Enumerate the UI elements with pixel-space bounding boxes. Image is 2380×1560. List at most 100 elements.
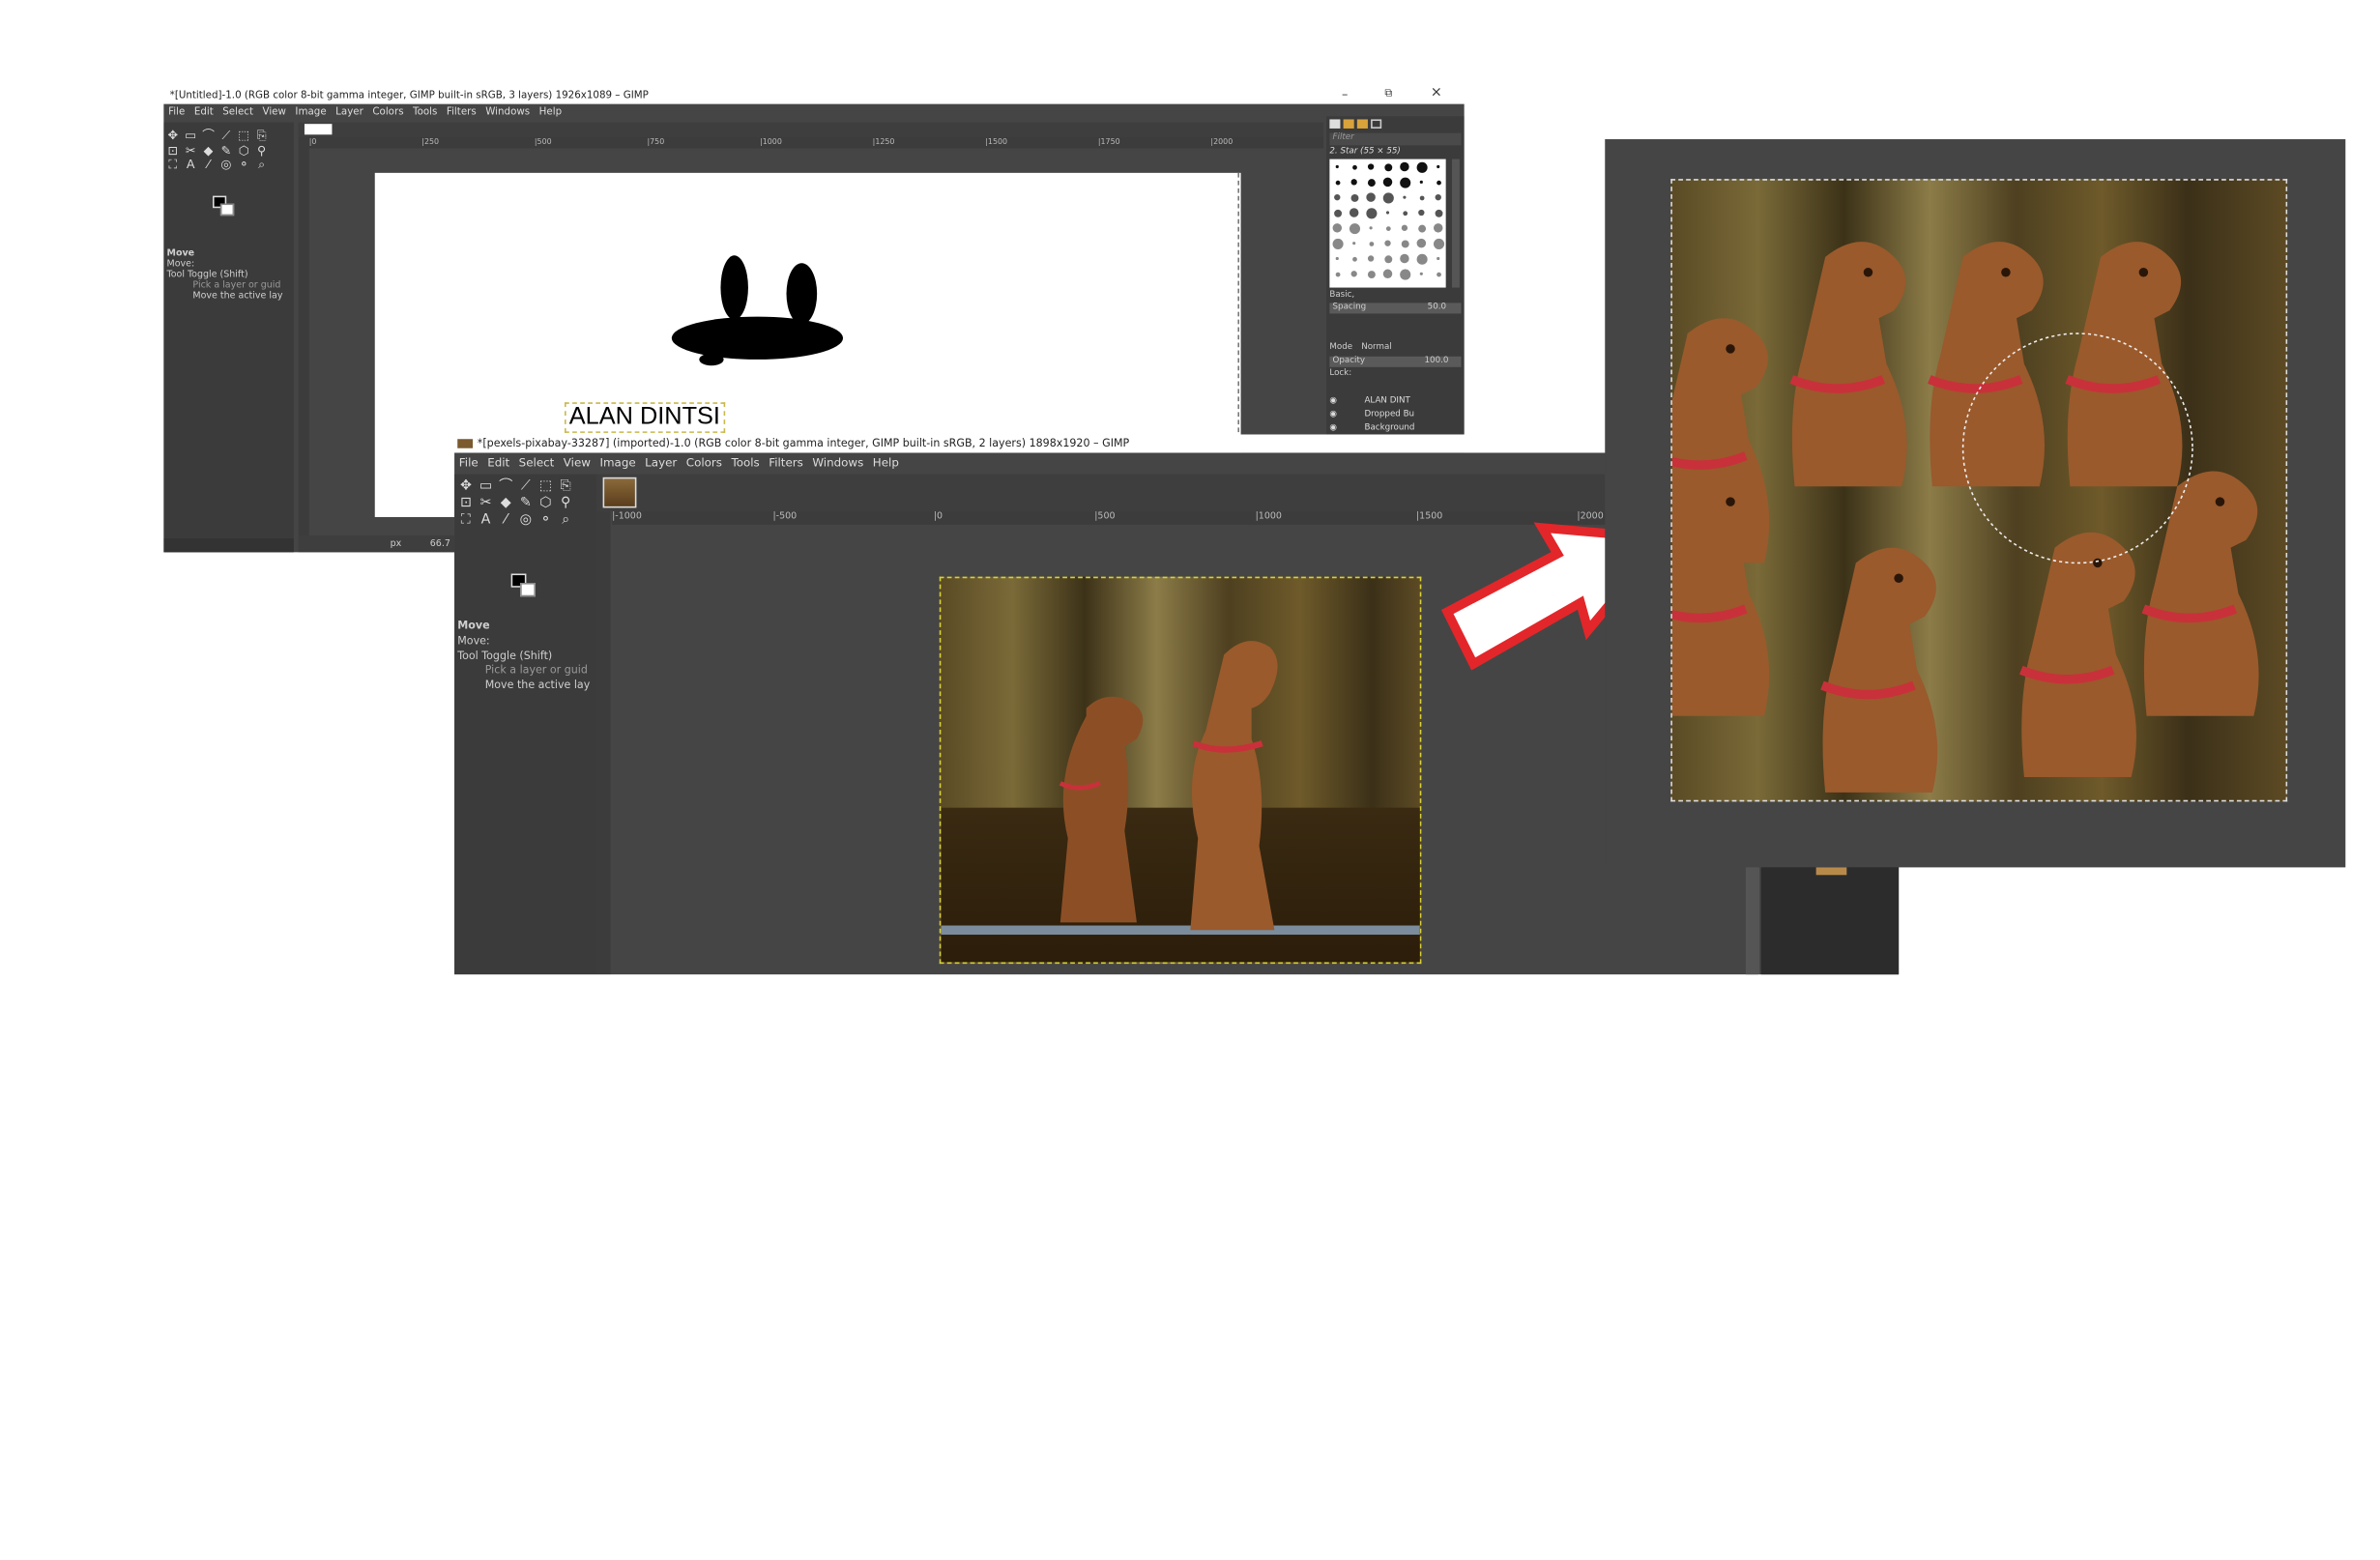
brush-preset-item[interactable] bbox=[1415, 252, 1427, 265]
tool-14-icon[interactable]: ⁄ bbox=[499, 512, 512, 527]
tool-17-icon[interactable]: ⌕ bbox=[559, 512, 572, 527]
brush-preset-item[interactable] bbox=[1349, 208, 1359, 217]
menu-colors[interactable]: Colors bbox=[372, 105, 403, 118]
tool-0-icon[interactable]: ✥ bbox=[459, 479, 473, 494]
dog-photo-canvas[interactable] bbox=[939, 576, 1422, 965]
tool-2-icon[interactable]: ⌒ bbox=[499, 479, 512, 494]
tool-8-icon[interactable]: ◆ bbox=[499, 496, 512, 510]
tool-10-icon[interactable]: ⬡ bbox=[538, 496, 552, 510]
brush-preset-item[interactable] bbox=[1334, 179, 1340, 185]
menu-layer[interactable]: Layer bbox=[645, 456, 677, 470]
menu-windows[interactable]: Windows bbox=[485, 105, 530, 118]
brush-preset-item[interactable] bbox=[1335, 256, 1339, 261]
zoom-value[interactable]: 66.7 bbox=[430, 538, 450, 549]
brush-preset-item[interactable] bbox=[1334, 194, 1341, 201]
brush-preset[interactable]: Basic, bbox=[1329, 291, 1354, 300]
brush-preset-item[interactable] bbox=[1367, 178, 1376, 187]
brush-preset-item[interactable] bbox=[1399, 176, 1410, 188]
brush-preset-item[interactable] bbox=[1335, 164, 1339, 169]
menu-help[interactable]: Help bbox=[539, 105, 562, 118]
brush-preset-item[interactable] bbox=[1350, 271, 1357, 277]
menu-view[interactable]: View bbox=[564, 456, 591, 470]
brush-preset-item[interactable] bbox=[1367, 163, 1375, 170]
brush-preset-item[interactable] bbox=[1369, 226, 1373, 230]
opacity-slider[interactable]: Opacity 100.0 bbox=[1329, 356, 1462, 367]
fg-bg-colors[interactable] bbox=[212, 195, 235, 217]
tool-13-icon[interactable]: A bbox=[479, 512, 492, 527]
tool-6-icon[interactable]: ⊡ bbox=[167, 143, 180, 157]
tool-14-icon[interactable]: ⁄ bbox=[202, 158, 215, 171]
pick-layer-option[interactable]: Pick a layer or guid bbox=[192, 280, 280, 291]
brush-preset-item[interactable] bbox=[1382, 177, 1393, 188]
brush-preset-item[interactable] bbox=[1419, 272, 1423, 275]
tool-16-icon[interactable]: ⚬ bbox=[238, 158, 250, 171]
menu-file[interactable]: File bbox=[168, 105, 185, 118]
brush-preset-item[interactable] bbox=[1433, 223, 1443, 233]
close-icon[interactable]: × bbox=[1431, 86, 1442, 101]
brush-preset-item[interactable] bbox=[1383, 162, 1392, 171]
brush-preset-item[interactable] bbox=[1351, 256, 1357, 261]
brush-preset-item[interactable] bbox=[1403, 195, 1407, 199]
brush-preset-item[interactable] bbox=[1331, 238, 1343, 249]
tool-15-icon[interactable]: ◎ bbox=[220, 158, 233, 171]
eye-icon[interactable]: ◉ bbox=[1329, 423, 1337, 432]
tool-3-icon[interactable]: ⟋ bbox=[220, 129, 233, 142]
unit-select[interactable]: px bbox=[391, 538, 402, 549]
brush-preset-item[interactable] bbox=[1350, 179, 1357, 186]
brush-preset-item[interactable] bbox=[1349, 222, 1360, 234]
brush-preset-item[interactable] bbox=[1334, 271, 1340, 276]
layer-row[interactable]: ◉ ALAN DINT bbox=[1329, 394, 1461, 407]
tool-5-icon[interactable]: ⎘ bbox=[559, 479, 572, 494]
brush-preset-item[interactable] bbox=[1415, 160, 1427, 173]
eye-icon[interactable]: ◉ bbox=[1329, 396, 1337, 405]
brush-preset-item[interactable] bbox=[1436, 271, 1441, 276]
tool-0-icon[interactable]: ✥ bbox=[167, 129, 180, 142]
brush-preset-item[interactable] bbox=[1434, 209, 1442, 217]
menu-tools[interactable]: Tools bbox=[413, 105, 437, 118]
tool-15-icon[interactable]: ◎ bbox=[519, 512, 533, 527]
brush-preset-item[interactable] bbox=[1437, 256, 1440, 261]
tool-3-icon[interactable]: ⟋ bbox=[519, 479, 533, 494]
tool-4-icon[interactable]: ⬚ bbox=[238, 129, 250, 142]
tool-11-icon[interactable]: ⚲ bbox=[255, 143, 268, 157]
brush-preset-item[interactable] bbox=[1400, 161, 1409, 172]
eye-icon[interactable]: ◉ bbox=[1329, 410, 1337, 419]
brush-preset-item[interactable] bbox=[1436, 179, 1441, 185]
menu-edit[interactable]: Edit bbox=[487, 456, 509, 470]
result-canvas[interactable] bbox=[1670, 179, 2288, 802]
tool-13-icon[interactable]: A bbox=[185, 158, 197, 171]
fg-bg-colors[interactable] bbox=[510, 573, 536, 598]
tool-11-icon[interactable]: ⚲ bbox=[559, 496, 572, 510]
brush-preset-item[interactable] bbox=[1384, 240, 1391, 246]
brush-preset-item[interactable] bbox=[1400, 253, 1409, 264]
brush-preset-item[interactable] bbox=[1416, 238, 1427, 248]
brush-preset-item[interactable] bbox=[1333, 209, 1342, 217]
brush-preset-item[interactable] bbox=[1418, 194, 1424, 200]
layer-row[interactable]: ◉ Dropped Bu bbox=[1329, 409, 1461, 421]
brush-preset-item[interactable] bbox=[1383, 254, 1392, 263]
menu-image[interactable]: Image bbox=[295, 105, 326, 118]
brush-preset-item[interactable] bbox=[1402, 210, 1408, 216]
menu-help[interactable]: Help bbox=[873, 456, 899, 470]
tool-1-icon[interactable]: ▭ bbox=[185, 129, 197, 142]
tool-1-icon[interactable]: ▭ bbox=[479, 479, 492, 494]
tool-10-icon[interactable]: ⬡ bbox=[238, 143, 250, 157]
brush-preset-item[interactable] bbox=[1352, 242, 1356, 246]
menu-tools[interactable]: Tools bbox=[731, 456, 759, 470]
brush-preset-item[interactable] bbox=[1418, 209, 1425, 217]
brush-preset-item[interactable] bbox=[1350, 193, 1358, 202]
menu-colors[interactable]: Colors bbox=[686, 456, 722, 470]
menu-view[interactable]: View bbox=[263, 105, 286, 118]
brush-preset-item[interactable] bbox=[1419, 180, 1423, 184]
tool-16-icon[interactable]: ⚬ bbox=[538, 512, 552, 527]
brush-preset-item[interactable] bbox=[1351, 164, 1357, 169]
tool-6-icon[interactable]: ⊡ bbox=[459, 496, 473, 510]
brush-preset-item[interactable] bbox=[1367, 270, 1376, 278]
menu-select[interactable]: Select bbox=[519, 456, 555, 470]
brush-filter-input[interactable]: Filter bbox=[1329, 132, 1462, 146]
tool-9-icon[interactable]: ✎ bbox=[220, 143, 233, 157]
brush-preset-item[interactable] bbox=[1368, 241, 1374, 246]
brush-preset-item[interactable] bbox=[1417, 223, 1426, 232]
tool-5-icon[interactable]: ⎘ bbox=[255, 129, 268, 142]
brush-scrollbar[interactable] bbox=[1451, 159, 1460, 288]
